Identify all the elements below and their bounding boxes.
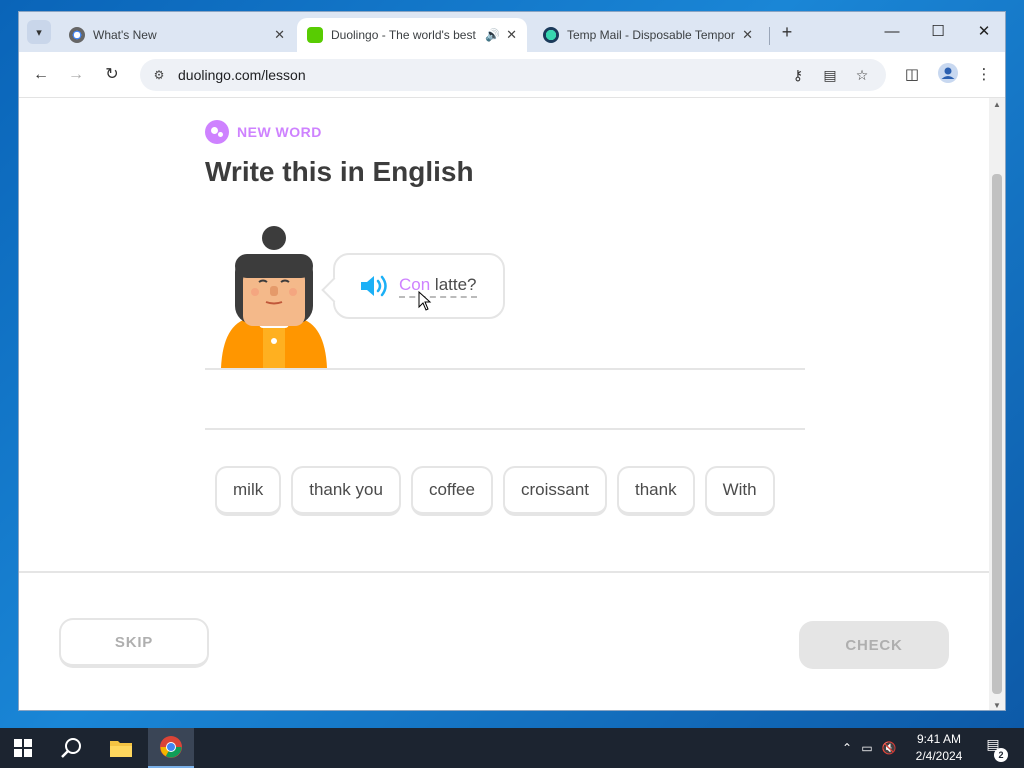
notification-center-icon[interactable]: ▤ 2 <box>980 736 1008 762</box>
duolingo-icon <box>307 27 323 43</box>
windows-logo-icon <box>14 739 32 757</box>
tab-duolingo[interactable]: Duolingo - The world's best 🔊 ✕ <box>297 18 527 52</box>
tempmail-icon <box>543 27 559 43</box>
clock-time: 9:41 AM <box>916 732 962 746</box>
new-tab-button[interactable]: + <box>775 20 799 44</box>
skip-button[interactable]: SKIP <box>59 618 209 668</box>
tab-strip: ▾ What's New ✕ Duolingo - The world's be… <box>19 12 1005 52</box>
chrome-icon <box>69 27 85 43</box>
check-button[interactable]: CHECK <box>799 621 949 669</box>
close-tab-icon[interactable]: ✕ <box>500 27 517 43</box>
tab-temp-mail[interactable]: Temp Mail - Disposable Tempor ✕ <box>533 18 763 52</box>
audio-playing-icon[interactable]: 🔊 <box>485 28 500 42</box>
show-hidden-icons-icon[interactable]: ⌃ <box>838 741 856 755</box>
word-chip-croissant[interactable]: croissant <box>502 466 607 516</box>
close-tab-icon[interactable]: ✕ <box>268 27 285 43</box>
scrollbar-thumb[interactable] <box>992 174 1002 694</box>
browser-toolbar: ← → ↻ ⚙ duolingo.com/lesson ⚷ ▤ ☆ ◫ ⋮ <box>19 52 1005 98</box>
word-chip-thank[interactable]: thank <box>617 466 695 516</box>
system-tray: ⌃ ▭ 🔇 <box>838 728 900 768</box>
side-panel-icon[interactable]: ◫ <box>900 63 924 87</box>
tab-whats-new[interactable]: What's New ✕ <box>59 18 295 52</box>
file-explorer-button[interactable] <box>98 728 144 768</box>
tab-title: What's New <box>93 28 157 42</box>
chrome-taskbar-button[interactable] <box>148 728 194 768</box>
clock[interactable]: 9:41 AM 2/4/2024 <box>908 731 970 765</box>
tab-search-dropdown-icon[interactable]: ▾ <box>27 20 51 44</box>
chrome-menu-icon[interactable]: ⋮ <box>972 63 996 87</box>
new-word-badge: NEW WORD <box>205 120 322 144</box>
forward-button[interactable]: → <box>64 63 88 87</box>
search-button[interactable] <box>48 728 94 768</box>
install-app-icon[interactable]: ▤ <box>818 63 842 87</box>
new-word-icon <box>205 120 229 144</box>
close-window-button[interactable]: ✕ <box>961 18 1005 46</box>
site-settings-icon[interactable]: ⚙ <box>148 68 170 82</box>
page-viewport: NEW WORD Write this in English Con latte… <box>19 98 1005 710</box>
bookmark-star-icon[interactable]: ☆ <box>850 63 874 87</box>
tab-divider <box>769 27 770 45</box>
answer-line <box>205 368 805 370</box>
reload-button[interactable]: ↻ <box>100 63 124 87</box>
word-chip-with[interactable]: With <box>704 466 775 516</box>
word-chip-milk[interactable]: milk <box>215 466 282 516</box>
word-chip-coffee[interactable]: coffee <box>410 466 493 516</box>
url-text[interactable]: duolingo.com/lesson <box>178 67 306 83</box>
notification-count: 2 <box>994 748 1008 762</box>
footer-divider <box>19 571 989 573</box>
start-button[interactable] <box>0 728 46 768</box>
answer-line <box>205 428 805 430</box>
word-bank: milk thank you coffee croissant thank Wi… <box>215 466 775 516</box>
scroll-down-icon[interactable]: ▼ <box>991 701 1003 710</box>
character-illustration <box>221 226 327 368</box>
scroll-up-icon[interactable]: ▲ <box>991 100 1003 109</box>
minimize-button[interactable]: — <box>869 18 915 46</box>
chrome-icon <box>160 736 182 758</box>
exercise-title: Write this in English <box>205 156 474 187</box>
speaker-icon[interactable] <box>359 273 389 299</box>
password-key-icon[interactable]: ⚷ <box>786 63 810 87</box>
address-bar[interactable]: ⚙ duolingo.com/lesson ⚷ ▤ ☆ <box>140 59 886 91</box>
clock-date: 2/4/2024 <box>915 749 963 763</box>
tab-title: Temp Mail - Disposable Tempor <box>567 28 735 42</box>
tab-title: Duolingo - The world's best <box>331 28 476 42</box>
page-scrollbar[interactable]: ▲ ▼ <box>989 98 1005 710</box>
close-tab-icon[interactable]: ✕ <box>736 27 753 43</box>
prompt-rest: latte? <box>430 274 477 294</box>
mouse-cursor-icon <box>418 291 432 311</box>
badge-label: NEW WORD <box>237 124 322 140</box>
browser-window: ▾ What's New ✕ Duolingo - The world's be… <box>18 11 1006 711</box>
profile-avatar-icon[interactable] <box>936 63 960 87</box>
network-icon[interactable]: ▭ <box>856 741 878 755</box>
maximize-button[interactable]: ☐ <box>915 18 961 46</box>
word-chip-thank-you[interactable]: thank you <box>291 466 401 516</box>
search-icon <box>61 738 81 758</box>
prompt-sentence[interactable]: Con latte? <box>399 275 477 298</box>
folder-icon <box>110 741 132 757</box>
back-button[interactable]: ← <box>29 63 53 87</box>
volume-muted-icon[interactable]: 🔇 <box>878 741 900 755</box>
taskbar: ⌃ ▭ 🔇 9:41 AM 2/4/2024 ▤ 2 <box>0 728 1024 768</box>
